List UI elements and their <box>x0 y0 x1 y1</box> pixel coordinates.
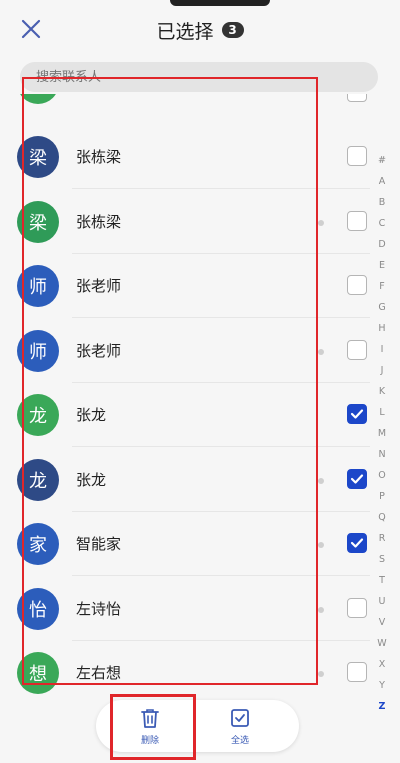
contact-avatar: 怡 <box>17 587 59 630</box>
contact-name: 智能家 <box>76 535 122 553</box>
select-all-button[interactable]: 全选 <box>210 706 270 748</box>
partial-avatar <box>17 94 59 104</box>
search-bar[interactable] <box>20 62 378 92</box>
contact-checkbox[interactable] <box>347 275 367 295</box>
screen: 已选择 3 梁张栋梁梁张栋梁师张老师师张老师龙张龙龙张龙家智能家怡左诗怡想左右想… <box>0 0 400 763</box>
index-letter[interactable]: J <box>381 360 384 381</box>
contact-name: 张龙 <box>76 406 107 424</box>
index-letter[interactable]: Z <box>379 696 386 717</box>
checkmark-icon <box>350 538 364 548</box>
bottom-action-bar: 删除 全选 <box>96 700 299 752</box>
checkmark-icon <box>350 473 364 484</box>
contact-name: 张栋梁 <box>76 148 122 166</box>
contact-checkbox[interactable] <box>347 597 367 618</box>
contact-checkbox[interactable] <box>347 468 367 489</box>
alphabet-index-bar[interactable]: # A B C D E F G H I J K L M N O P Q R S T U V W X Y Z <box>372 150 392 717</box>
index-letter[interactable]: Q <box>378 507 385 528</box>
index-letter[interactable]: L <box>379 402 384 423</box>
index-letter[interactable]: K <box>379 381 385 402</box>
index-letter[interactable]: S <box>379 549 385 570</box>
contact-avatar: 龙 <box>17 458 59 501</box>
contact-row[interactable]: 龙张龙 <box>0 448 370 512</box>
status-dot <box>318 671 324 677</box>
contact-checkbox[interactable] <box>347 210 367 231</box>
index-letter[interactable]: E <box>379 255 385 276</box>
index-letter[interactable]: V <box>379 612 386 633</box>
index-letter[interactable]: P <box>379 486 385 507</box>
contact-row[interactable]: 师张老师 <box>0 319 370 383</box>
contact-name: 张龙 <box>76 470 107 489</box>
index-letter[interactable]: N <box>378 444 385 465</box>
index-letter[interactable]: # <box>378 150 386 171</box>
contact-checkbox[interactable] <box>347 662 367 682</box>
selected-count-badge: 3 <box>221 22 244 38</box>
index-letter[interactable]: F <box>379 276 384 297</box>
contact-row[interactable]: 家智能家 <box>0 512 370 576</box>
index-letter[interactable]: U <box>379 591 386 612</box>
page-title: 已选择 <box>156 20 214 43</box>
contact-avatar: 师 <box>17 329 59 372</box>
status-dot <box>318 542 324 548</box>
partial-checkbox[interactable] <box>347 94 367 102</box>
contact-avatar: 家 <box>17 523 59 565</box>
contact-checkbox[interactable] <box>347 404 367 424</box>
contact-row[interactable]: 梁张栋梁 <box>0 190 370 254</box>
index-letter[interactable]: W <box>377 633 386 654</box>
index-letter[interactable]: R <box>379 528 386 549</box>
index-letter[interactable]: Y <box>379 675 385 696</box>
contact-checkbox[interactable] <box>347 146 367 166</box>
contact-row[interactable]: 龙张龙 <box>0 383 370 447</box>
status-dot <box>318 219 324 226</box>
select-all-icon <box>231 709 249 727</box>
header: 已选择 3 <box>0 0 400 60</box>
contact-name: 张老师 <box>76 277 122 295</box>
contact-avatar: 梁 <box>17 136 59 178</box>
title-area: 已选择 3 <box>0 16 400 44</box>
index-letter[interactable]: T <box>379 570 385 591</box>
status-dot <box>318 606 324 613</box>
contact-avatar: 龙 <box>17 394 59 436</box>
status-dot <box>318 477 324 484</box>
contact-name: 张老师 <box>76 341 122 360</box>
index-letter[interactable]: O <box>378 465 385 486</box>
contact-name: 左右想 <box>76 664 122 682</box>
status-dot <box>318 348 324 355</box>
contact-row[interactable]: 怡左诗怡 <box>0 577 370 641</box>
index-letter[interactable]: H <box>378 318 385 339</box>
checkmark-icon <box>350 409 364 419</box>
index-letter[interactable]: C <box>379 213 386 234</box>
contact-checkbox[interactable] <box>347 533 367 553</box>
contact-name: 左诗怡 <box>76 599 122 618</box>
index-letter[interactable]: M <box>378 423 386 444</box>
index-letter[interactable]: X <box>379 654 386 675</box>
contact-checkbox[interactable] <box>347 339 367 360</box>
index-letter[interactable]: A <box>379 171 386 192</box>
index-letter[interactable]: G <box>378 297 385 318</box>
delete-label: 删除 <box>140 736 159 746</box>
contact-avatar: 师 <box>17 265 59 307</box>
contact-avatar: 想 <box>17 652 59 694</box>
index-letter[interactable]: I <box>381 339 384 360</box>
delete-button[interactable]: 删除 <box>120 706 180 748</box>
index-letter[interactable]: D <box>378 234 385 255</box>
contact-row[interactable]: 师张老师 <box>0 254 370 318</box>
contact-row[interactable]: 想左右想 <box>0 641 370 694</box>
search-input[interactable] <box>34 68 338 86</box>
contact-row[interactable]: 梁张栋梁 <box>0 125 370 189</box>
index-letter[interactable]: B <box>379 192 386 213</box>
select-all-label: 全选 <box>230 736 249 746</box>
contact-list[interactable]: 梁张栋梁梁张栋梁师张老师师张老师龙张龙龙张龙家智能家怡左诗怡想左右想 <box>0 94 400 694</box>
trash-icon <box>141 709 159 728</box>
contact-name: 张栋梁 <box>76 212 122 231</box>
contact-avatar: 梁 <box>17 200 59 243</box>
